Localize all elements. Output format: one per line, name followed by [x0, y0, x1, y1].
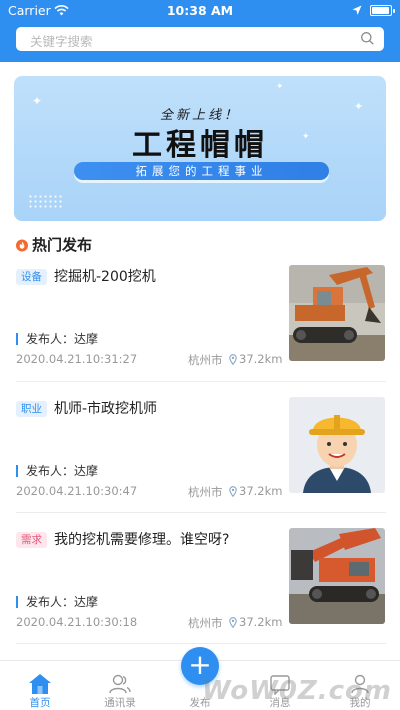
- list-divider: [16, 381, 386, 382]
- publish-date: 2020.04.21.10:30:47: [16, 484, 138, 498]
- listing-item[interactable]: 设备 挖掘机-200挖机 发布人：达摩 2020.04.21.10:31:27 …: [0, 265, 400, 385]
- location-pin-icon: [229, 354, 237, 366]
- list-divider: [16, 643, 386, 644]
- app-header: Carrier 10:38 AM 关键字搜索: [0, 0, 400, 62]
- sparkle-icon: ✦: [276, 82, 284, 92]
- publisher-label: 发布人：达摩: [16, 333, 98, 345]
- distance-value: 37.2km: [239, 352, 283, 366]
- distance-label: 37.2km: [229, 484, 282, 498]
- tab-home[interactable]: 首页: [10, 669, 70, 710]
- listing-title[interactable]: 我的挖机需要修理。谁空呀?: [54, 529, 229, 549]
- promo-banner[interactable]: ✦ ✦ ✦ ✦ 全新上线！ 工程帽帽 拓展您的工程事业: [14, 76, 386, 221]
- listing-title[interactable]: 机师-市政挖机师: [54, 398, 157, 418]
- city-label: 杭州市: [188, 353, 223, 367]
- section-title: 热门发布: [32, 236, 93, 254]
- distance-value: 37.2km: [239, 615, 283, 629]
- banner-slogan: 拓展您的工程事业: [74, 162, 329, 180]
- city-label: 杭州市: [188, 485, 223, 499]
- banner-dots-decoration: [28, 194, 64, 208]
- location-pin-icon: [229, 617, 237, 629]
- banner-title: 工程帽帽: [132, 128, 268, 163]
- excavator-photo[interactable]: [289, 528, 385, 624]
- publish-date: 2020.04.21.10:31:27: [16, 352, 138, 366]
- battery-level: [372, 7, 390, 14]
- category-tag: 需求: [16, 532, 47, 548]
- search-icon[interactable]: [360, 31, 375, 50]
- publisher-label: 发布人：达摩: [16, 596, 98, 608]
- tab-contacts[interactable]: 通讯录: [90, 669, 150, 710]
- listing-title[interactable]: 挖掘机-200挖机: [54, 266, 156, 286]
- section-header: 热门发布: [16, 234, 92, 254]
- search-bar[interactable]: 关键字搜索: [16, 27, 384, 51]
- category-tag: 设备: [16, 269, 47, 285]
- city-label: 杭州市: [188, 616, 223, 630]
- location-pin-icon: [229, 486, 237, 498]
- distance-label: 37.2km: [229, 615, 282, 629]
- status-bar: Carrier 10:38 AM: [0, 0, 400, 22]
- distance-value: 37.2km: [239, 484, 283, 498]
- listing-item[interactable]: 职业 机师-市政挖机师 发布人：达摩 2020.04.21.10:30:47 杭…: [0, 397, 400, 517]
- location-arrow-icon: [352, 4, 362, 19]
- publish-date: 2020.04.21.10:30:18: [16, 615, 138, 629]
- battery-icon: [370, 5, 395, 16]
- watermark: WoW0Z.com: [202, 676, 392, 706]
- category-tag: 职业: [16, 401, 47, 417]
- publisher-label: 发布人：达摩: [16, 465, 98, 477]
- excavator-photo[interactable]: [289, 265, 385, 361]
- listing-item[interactable]: 需求 我的挖机需要修理。谁空呀? 发布人：达摩 2020.04.21.10:30…: [0, 528, 400, 648]
- home-icon: [10, 669, 70, 695]
- tab-contacts-label: 通讯录: [104, 697, 136, 709]
- distance-label: 37.2km: [229, 352, 282, 366]
- search-placeholder[interactable]: 关键字搜索: [30, 31, 93, 50]
- tab-home-label: 首页: [29, 697, 51, 709]
- status-time: 10:38 AM: [166, 3, 234, 18]
- list-divider: [16, 512, 386, 513]
- contacts-icon: [90, 669, 150, 695]
- fire-icon: [16, 238, 28, 256]
- worker-avatar[interactable]: [289, 397, 385, 493]
